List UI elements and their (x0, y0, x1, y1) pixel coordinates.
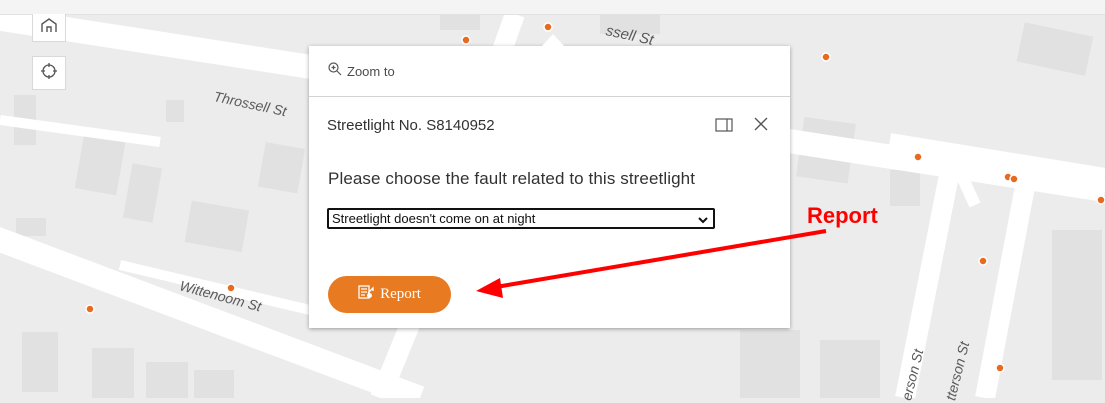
zoom-to-button[interactable]: Zoom to (328, 61, 395, 81)
locate-icon (40, 62, 58, 85)
streetlight-popup: Zoom to Streetlight No. S8140952 Please … (309, 34, 790, 328)
zoom-in-icon (328, 61, 342, 81)
fault-question: Please choose the fault related to this … (328, 169, 696, 188)
fault-select[interactable]: Streetlight doesn't come on at night (327, 208, 715, 229)
fault-select-value: Streetlight doesn't come on at night (332, 211, 536, 226)
popup-header: Streetlight No. S8140952 (309, 97, 790, 153)
home-icon (40, 17, 58, 38)
report-button[interactable]: Report (328, 276, 451, 313)
popup-title: Streetlight No. S8140952 (327, 116, 495, 134)
popup-pointer (542, 34, 564, 46)
close-icon (751, 117, 771, 138)
close-button[interactable] (751, 114, 771, 134)
report-button-label: Report (380, 286, 421, 302)
top-toolbar-strip (0, 0, 1105, 15)
dock-icon (714, 118, 734, 138)
dock-button[interactable] (714, 116, 734, 134)
chevron-down-icon (697, 213, 709, 231)
home-button[interactable] (32, 14, 66, 42)
locate-button[interactable] (32, 56, 66, 90)
popup-actions-bar: Zoom to (309, 46, 790, 97)
annotation-label: Report (807, 203, 878, 228)
zoom-to-label: Zoom to (347, 63, 395, 79)
report-form-icon (358, 284, 374, 305)
